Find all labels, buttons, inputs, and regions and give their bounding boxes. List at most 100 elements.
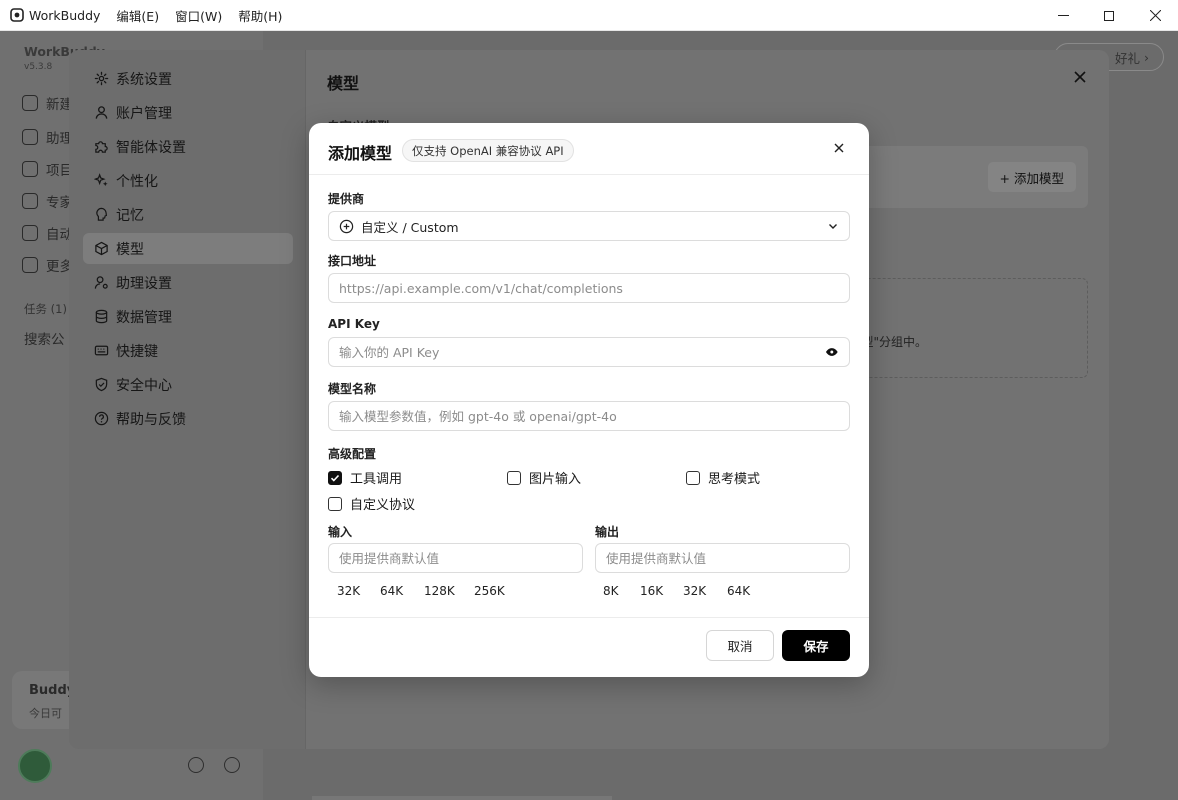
settings-nav-label: 系统设置 <box>116 71 172 88</box>
dialog-header: 添加模型 仅支持 OpenAI 兼容协议 API <box>309 123 869 175</box>
checkbox-thinking-mode-box[interactable] <box>686 470 700 485</box>
input-chip-128k[interactable]: 128K <box>416 582 463 600</box>
input-tokens-field[interactable] <box>328 543 583 573</box>
close-icon[interactable] <box>831 140 847 156</box>
bottom-strip <box>312 796 612 800</box>
grid-icon <box>22 257 38 273</box>
endpoint-field[interactable] <box>328 273 850 303</box>
sidebar-item-project[interactable]: 项目 <box>22 159 73 179</box>
avatar[interactable] <box>18 749 52 783</box>
settings-nav-agent[interactable]: 智能体设置 <box>83 131 293 162</box>
sidebar-item-assistant[interactable]: 助理 <box>22 127 73 147</box>
buddy-subtitle: 今日可 <box>29 707 62 720</box>
expert-icon <box>22 193 38 209</box>
output-tokens-field[interactable] <box>595 543 850 573</box>
api-compat-badge: 仅支持 OpenAI 兼容协议 API <box>402 139 574 162</box>
input-tokens-input[interactable] <box>339 544 572 572</box>
close-icon <box>1074 71 1086 83</box>
output-chip-8k[interactable]: 8K <box>595 582 627 600</box>
maximize-button[interactable] <box>1086 0 1132 31</box>
apikey-field[interactable] <box>328 337 850 367</box>
output-chip-32k[interactable]: 32K <box>675 582 714 600</box>
brain-icon <box>96 207 108 221</box>
checkbox-thinking-mode[interactable]: 思考模式 <box>686 468 760 487</box>
menu-help[interactable]: 帮助(H) <box>238 6 282 25</box>
help-icon <box>94 411 109 426</box>
puzzle-icon <box>95 141 108 153</box>
output-tokens-label: 输出 <box>595 525 620 539</box>
save-button[interactable]: 保存 <box>782 630 850 661</box>
settings-nav-assistant[interactable]: 助理设置 <box>83 267 293 298</box>
minimize-button[interactable] <box>1040 0 1086 31</box>
settings-nav-personalize[interactable]: 个性化 <box>83 165 293 196</box>
assistant-icon <box>22 129 38 145</box>
model-name-input[interactable] <box>339 402 839 430</box>
add-model-button[interactable]: + 添加模型 <box>987 162 1076 192</box>
sidebar-version: v5.3.8 <box>24 62 53 72</box>
check-icon <box>330 474 340 482</box>
tasks-section-label: 任务 (1) <box>24 302 67 316</box>
keyboard-icon <box>94 345 109 356</box>
sidebar-item-new[interactable]: 新建 <box>22 93 73 113</box>
settings-nav-label: 记忆 <box>116 207 144 224</box>
settings-nav-shortcuts[interactable]: 快捷键 <box>83 335 293 366</box>
input-chip-32k[interactable]: 32K <box>329 582 368 600</box>
settings-close-button[interactable] <box>1071 69 1089 87</box>
output-chip-64k[interactable]: 64K <box>719 582 758 600</box>
sidebar-item-auto[interactable]: 自动 <box>22 223 73 243</box>
gear-icon <box>94 71 109 86</box>
sidebar-item-expert[interactable]: 专家 <box>22 191 73 211</box>
menu-edit[interactable]: 编辑(E) <box>116 6 159 25</box>
settings-nav-label: 数据管理 <box>116 309 172 326</box>
menu-window[interactable]: 窗口(W) <box>175 6 222 25</box>
endpoint-label: 接口地址 <box>328 254 377 268</box>
user-icon <box>95 106 108 119</box>
database-icon <box>95 309 108 324</box>
provider-select[interactable]: 自定义 / Custom <box>328 211 850 241</box>
window-close-button[interactable] <box>1132 0 1178 31</box>
plus-circle-icon <box>339 219 354 233</box>
settings-nav-label: 个性化 <box>116 173 158 190</box>
model-name-field[interactable] <box>328 401 850 431</box>
settings-nav-security[interactable]: 安全中心 <box>83 369 293 400</box>
cancel-button[interactable]: 取消 <box>706 630 774 661</box>
settings-nav: 系统设置 账户管理 智能体设置 个性化 记忆 模型 助理设置 数据管理 快捷键 … <box>69 50 305 749</box>
checkbox-custom-protocol-box[interactable] <box>328 496 342 511</box>
eye-icon[interactable] <box>825 347 839 357</box>
provider-value-text: 自定义 / Custom <box>361 219 459 235</box>
auto-icon <box>22 225 38 241</box>
endpoint-input[interactable] <box>339 274 839 302</box>
input-chip-64k[interactable]: 64K <box>372 582 411 600</box>
checkbox-custom-protocol[interactable]: 自定义协议 <box>328 494 415 513</box>
sidebar-item-more[interactable]: 更多 <box>22 255 73 275</box>
settings-nav-help[interactable]: 帮助与反馈 <box>83 403 293 434</box>
settings-nav-label: 账户管理 <box>116 105 172 122</box>
checkbox-image-input-box[interactable] <box>507 470 521 485</box>
checkbox-tool-call[interactable]: 工具调用 <box>328 468 402 487</box>
settings-nav-model[interactable]: 模型 <box>83 233 293 264</box>
settings-nav-label: 智能体设置 <box>116 139 186 156</box>
settings-nav-memory[interactable]: 记忆 <box>83 199 293 230</box>
add-model-dialog: 添加模型 仅支持 OpenAI 兼容协议 API 提供商 自定义 / Custo… <box>309 123 869 677</box>
search-item[interactable]: 搜索公 <box>24 328 65 348</box>
dialog-title: 添加模型 <box>328 144 393 163</box>
checkbox-image-input[interactable]: 图片输入 <box>507 468 581 487</box>
output-chip-16k[interactable]: 16K <box>632 582 671 600</box>
input-chip-256k[interactable]: 256K <box>466 582 513 600</box>
settings-nav-account[interactable]: 账户管理 <box>83 97 293 128</box>
apikey-label: API Key <box>328 317 380 331</box>
bell-icon[interactable] <box>188 757 204 773</box>
settings-nav-data[interactable]: 数据管理 <box>83 301 293 332</box>
settings-nav-system[interactable]: 系统设置 <box>83 63 293 94</box>
model-name-label: 模型名称 <box>328 382 377 396</box>
shield-icon <box>95 377 108 392</box>
minimize-icon <box>1057 15 1069 16</box>
checkbox-tool-call-box[interactable] <box>328 470 342 485</box>
link-icon[interactable] <box>224 757 240 773</box>
gift-label: 好礼 <box>1115 50 1141 66</box>
output-tokens-input[interactable] <box>606 544 839 572</box>
apikey-input[interactable] <box>339 338 826 366</box>
checkbox-label: 工具调用 <box>350 472 403 487</box>
window-controls <box>1040 0 1178 31</box>
chevron-right-icon: › <box>1144 49 1149 65</box>
